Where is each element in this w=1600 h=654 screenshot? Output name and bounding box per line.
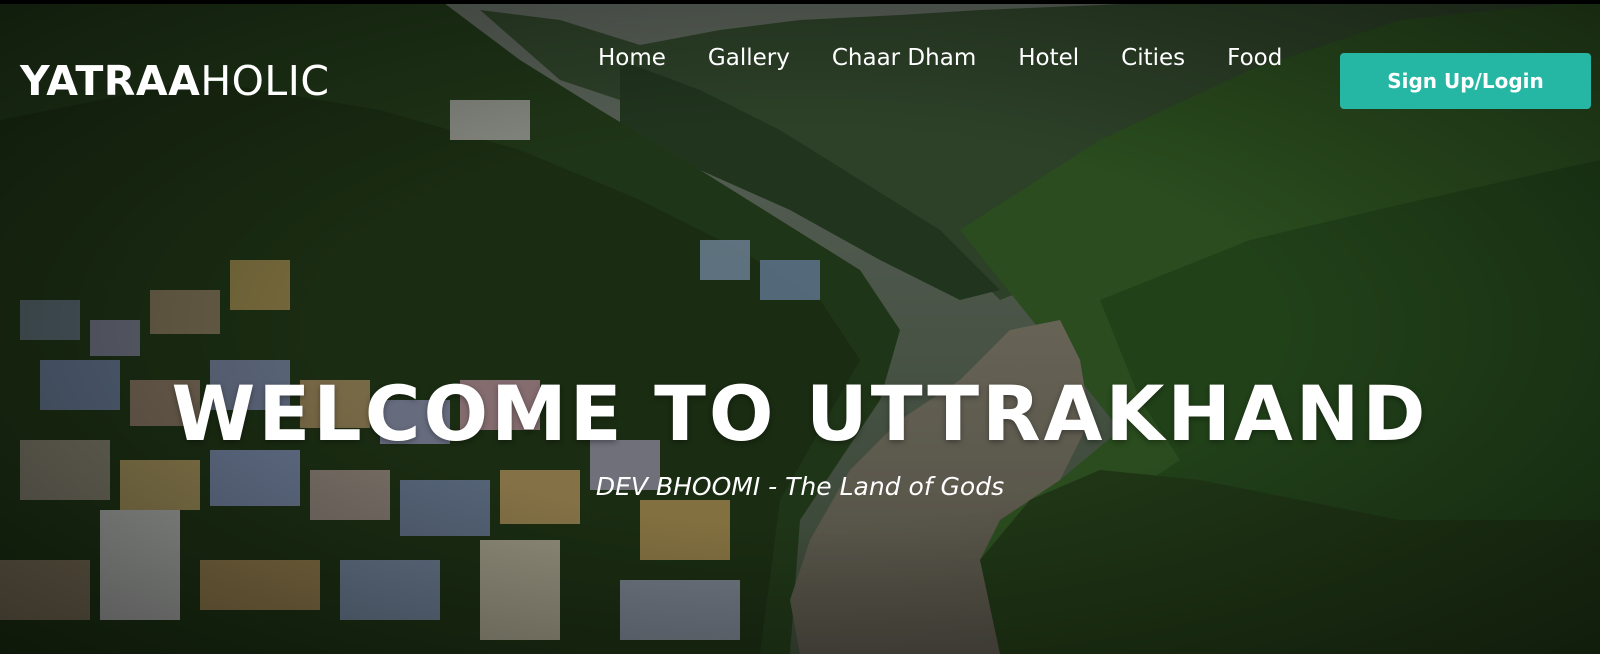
nav-link-food[interactable]: Food — [1227, 43, 1282, 73]
hero-section: YATRAAHOLIC Home Gallery Chaar Dham Hote… — [0, 0, 1600, 654]
site-logo[interactable]: YATRAAHOLIC — [20, 56, 330, 106]
hero-tagline: DEV BHOOMI - The Land of Gods — [595, 472, 1005, 501]
top-edge-bar — [0, 0, 1600, 4]
nav-link-gallery[interactable]: Gallery — [708, 43, 790, 73]
nav-link-chaar-dham[interactable]: Chaar Dham — [832, 43, 976, 73]
hero-headline: WELCOME TO UTTRAKHAND — [171, 368, 1429, 458]
nav-link-cities[interactable]: Cities — [1121, 43, 1185, 73]
nav-link-home[interactable]: Home — [598, 43, 666, 73]
logo-light-text: HOLIC — [200, 57, 330, 105]
main-nav: Home Gallery Chaar Dham Hotel Cities Foo… — [598, 43, 1324, 73]
logo-bold-text: YATRAA — [20, 57, 201, 105]
nav-link-hotel[interactable]: Hotel — [1018, 43, 1079, 73]
signup-login-button[interactable]: Sign Up/Login — [1340, 53, 1591, 109]
